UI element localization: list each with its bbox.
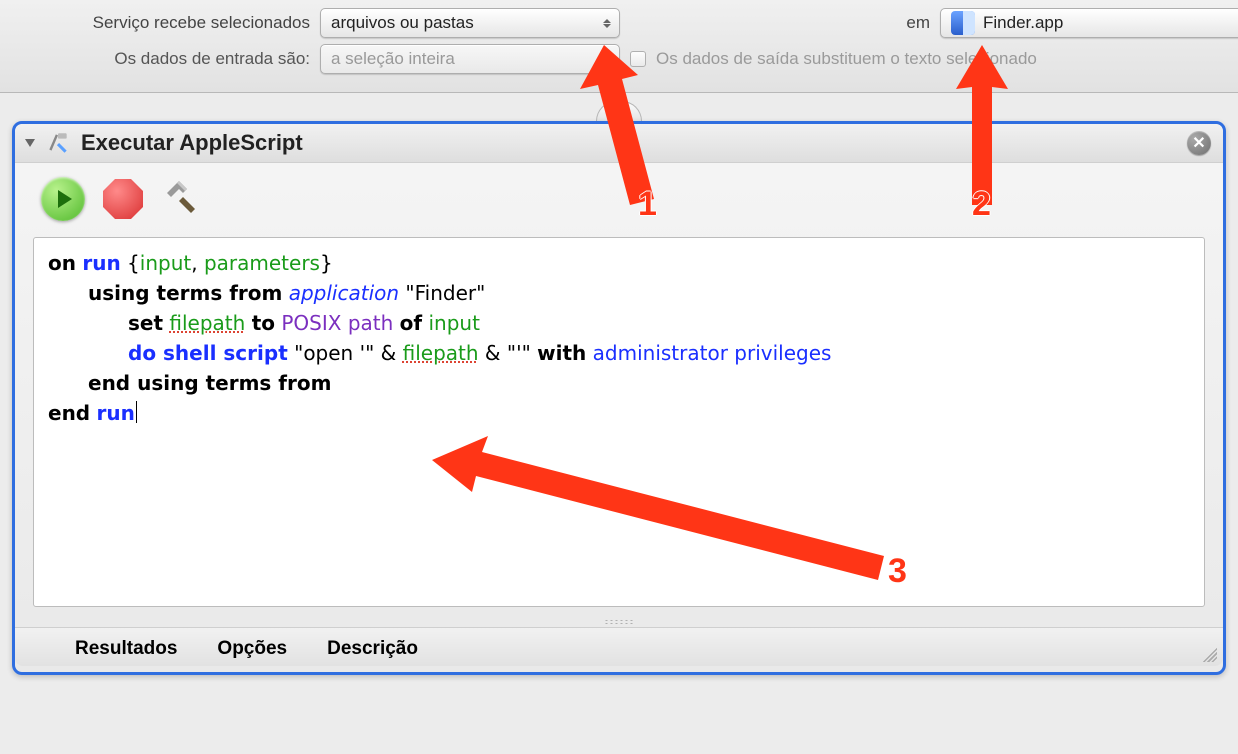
tab-resultados[interactable]: Resultados bbox=[75, 638, 177, 660]
input-type-value: arquivos ou pastas bbox=[331, 12, 474, 34]
in-label: em bbox=[630, 13, 930, 33]
step-header[interactable]: Executar AppleScript ✕ bbox=[15, 124, 1223, 163]
grip-dots-icon bbox=[604, 619, 634, 625]
output-replace-checkbox[interactable] bbox=[630, 51, 646, 67]
service-receives-label: Serviço recebe selecionados bbox=[10, 13, 310, 33]
script-toolbar bbox=[15, 163, 1223, 231]
code-line: using terms from application "Finder" bbox=[48, 278, 1190, 308]
application-value: Finder.app bbox=[983, 12, 1063, 34]
code-line: on run {input, parameters} bbox=[48, 248, 1190, 278]
data-input-value: a seleção inteira bbox=[331, 48, 455, 70]
input-type-select[interactable]: arquivos ou pastas bbox=[320, 8, 620, 38]
disclosure-triangle-icon[interactable] bbox=[25, 139, 35, 147]
code-line: end using terms from bbox=[48, 368, 1190, 398]
output-replace-label: Os dados de saída substituem o texto sel… bbox=[656, 49, 1037, 69]
code-line: set filepath to POSIX path of input bbox=[48, 308, 1190, 338]
stop-script-button[interactable] bbox=[103, 179, 143, 219]
service-input-row: Serviço recebe selecionados arquivos ou … bbox=[10, 8, 1228, 38]
data-input-label: Os dados de entrada são: bbox=[10, 49, 310, 69]
code-line: do shell script "open '" & filepath & "'… bbox=[48, 338, 1190, 368]
select-arrows-icon bbox=[603, 16, 613, 30]
workflow-canvas: Executar AppleScript ✕ on run {input, bbox=[0, 93, 1238, 695]
close-step-button[interactable]: ✕ bbox=[1187, 131, 1211, 155]
run-script-button[interactable] bbox=[41, 177, 85, 221]
tab-opcoes[interactable]: Opções bbox=[217, 638, 287, 660]
compile-hammer-button[interactable] bbox=[161, 179, 201, 219]
card-resize-grip-icon[interactable] bbox=[1199, 644, 1217, 662]
service-config-bar: Serviço recebe selecionados arquivos ou … bbox=[0, 0, 1238, 93]
finder-icon bbox=[951, 11, 975, 35]
editor-resize-grip[interactable] bbox=[15, 615, 1223, 627]
script-editor[interactable]: on run {input, parameters} using terms f… bbox=[33, 237, 1205, 607]
data-input-select: a seleção inteira bbox=[320, 44, 620, 74]
code-line: end run bbox=[48, 398, 1190, 428]
data-input-row: Os dados de entrada são: a seleção intei… bbox=[10, 44, 1228, 74]
close-icon: ✕ bbox=[1192, 133, 1205, 153]
select-arrows-icon bbox=[603, 52, 613, 66]
step-footer-tabs: Resultados Opções Descrição bbox=[15, 627, 1223, 666]
tab-descricao[interactable]: Descrição bbox=[327, 638, 418, 660]
applescript-step-card[interactable]: Executar AppleScript ✕ on run {input, bbox=[12, 121, 1226, 675]
applescript-icon bbox=[45, 130, 71, 156]
text-cursor-icon bbox=[136, 401, 137, 423]
connection-tab-icon bbox=[596, 101, 642, 121]
step-title: Executar AppleScript bbox=[81, 130, 303, 156]
application-select[interactable]: Finder.app bbox=[940, 8, 1238, 38]
